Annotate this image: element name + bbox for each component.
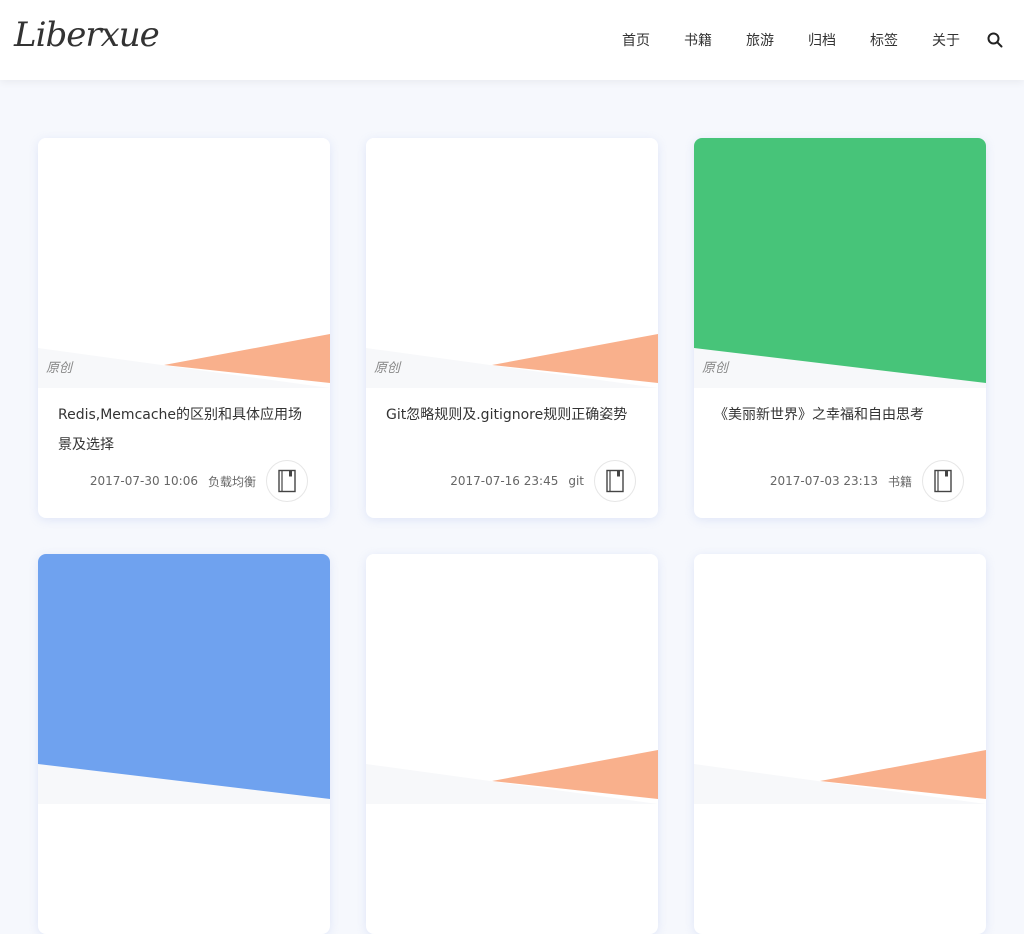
site-logo[interactable]: Liberxue [14, 10, 160, 60]
card-cover [694, 138, 986, 388]
nav-about[interactable]: 关于 [932, 30, 960, 50]
post-card[interactable] [366, 554, 658, 934]
card-cover [38, 554, 330, 804]
card-cover [366, 138, 658, 388]
origin-tag: 原创 [374, 361, 401, 376]
main-nav: 首页 书籍 旅游 归档 标签 关于 [622, 0, 1004, 80]
book-icon[interactable] [594, 460, 636, 502]
nav-home[interactable]: 首页 [622, 30, 650, 50]
search-icon[interactable] [986, 31, 1004, 49]
post-title[interactable]: 《美丽新世界》之幸福和自由思考 [714, 400, 970, 430]
nav-books[interactable]: 书籍 [684, 30, 712, 50]
site-header: Liberxue 首页 书籍 旅游 归档 标签 关于 [0, 0, 1024, 80]
nav-archive[interactable]: 归档 [808, 30, 836, 50]
post-date: 2017-07-30 10:06 [89, 474, 198, 488]
post-date: 2017-07-16 23:45 [450, 474, 559, 488]
post-card[interactable] [694, 554, 986, 934]
nav-tags[interactable]: 标签 [870, 30, 898, 50]
post-title[interactable]: Git忽略规则及.gitignore规则正确姿势 [386, 400, 642, 430]
post-meta: 2017-07-16 23:45 git [450, 460, 636, 502]
card-cover [38, 138, 330, 388]
card-cover [366, 554, 658, 804]
post-date: 2017-07-03 23:13 [769, 474, 878, 488]
post-tag[interactable]: 书籍 [888, 473, 912, 490]
post-title[interactable]: Redis,Memcache的区别和具体应用场景及选择 [58, 400, 314, 460]
post-card[interactable] [38, 554, 330, 934]
card-cover [694, 554, 986, 804]
post-tag[interactable]: 负载均衡 [208, 473, 256, 490]
book-icon[interactable] [922, 460, 964, 502]
origin-tag: 原创 [46, 361, 73, 376]
post-tag[interactable]: git [568, 474, 584, 488]
post-card[interactable]: 原创 《美丽新世界》之幸福和自由思考 2017-07-03 23:13 书籍 [694, 138, 986, 518]
book-icon[interactable] [266, 460, 308, 502]
post-meta: 2017-07-03 23:13 书籍 [770, 460, 964, 502]
post-card[interactable]: 原创 Redis,Memcache的区别和具体应用场景及选择 2017-07-3… [38, 138, 330, 518]
origin-tag: 原创 [702, 361, 729, 376]
nav-travel[interactable]: 旅游 [746, 30, 774, 50]
post-meta: 2017-07-30 10:06 负载均衡 [90, 460, 308, 502]
post-card[interactable]: 原创 Git忽略规则及.gitignore规则正确姿势 2017-07-16 2… [366, 138, 658, 518]
